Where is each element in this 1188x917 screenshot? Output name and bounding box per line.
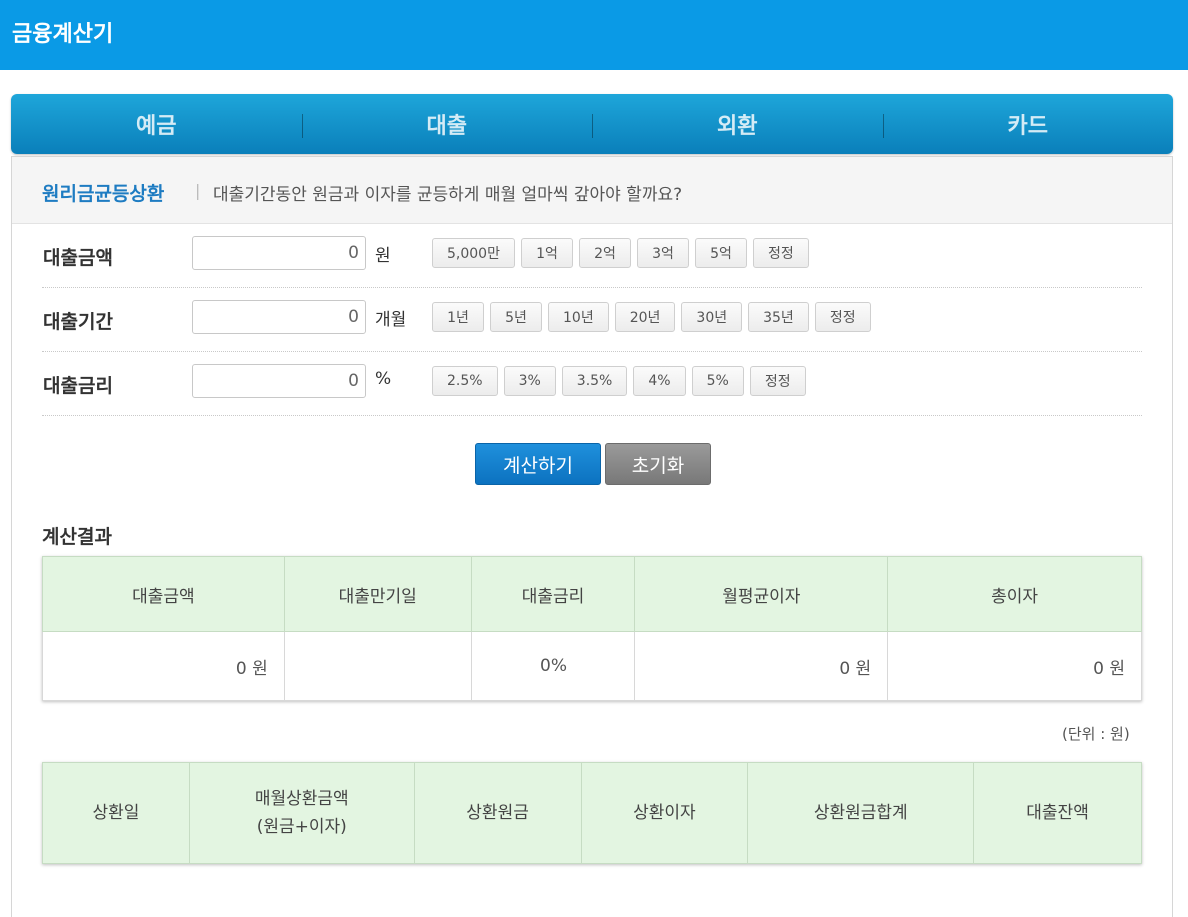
loan-period-input[interactable] — [192, 300, 366, 334]
preset-30y-button[interactable]: 30년 — [681, 302, 743, 332]
loan-rate-row: 대출금리 % 2.5% 3% 3.5% 4% 5% 정정 — [42, 351, 1142, 416]
calculate-button[interactable]: 계산하기 — [475, 443, 601, 485]
loan-period-label: 대출기간 — [43, 311, 113, 333]
loan-rate-unit: % — [375, 369, 392, 389]
result-header-maturity: 대출만기일 — [283, 556, 472, 632]
result-header-rate: 대출금리 — [470, 556, 636, 632]
loan-amount-label: 대출금액 — [43, 247, 113, 269]
result-title: 계산결과 — [42, 526, 112, 548]
reset-button[interactable]: 초기화 — [605, 443, 711, 485]
loan-rate-label: 대출금리 — [43, 375, 113, 397]
rate-correct-button[interactable]: 정정 — [749, 366, 806, 396]
result-maturity-value — [283, 631, 472, 701]
result-monthly-interest-value: 0 원 — [634, 631, 889, 701]
result-value-row: 0 원 0% 0 원 0 원 — [42, 631, 1142, 701]
schedule-header-principal-total: 상환원금합계 — [747, 762, 975, 864]
schedule-header-monthly-line1: 매월상환금액 — [254, 789, 349, 809]
preset-50m-button[interactable]: 5,000만 — [432, 238, 515, 268]
schedule-table: 상환일 매월상환금액 (원금+이자) 상환원금 상환이자 상환원금합계 대출잔액 — [42, 762, 1142, 864]
preset-10y-button[interactable]: 10년 — [548, 302, 609, 332]
result-total-interest-value: 0 원 — [887, 631, 1142, 701]
loan-period-unit: 개월 — [375, 310, 407, 330]
loan-amount-unit: 원 — [375, 246, 391, 266]
loan-amount-presets: 5,000만 1억 2억 3억 5억 정정 — [432, 238, 809, 268]
preset-100m-button[interactable]: 1억 — [520, 238, 573, 268]
result-amount-value: 0 원 — [42, 631, 285, 701]
category-tabs: 예금 대출 외환 카드 — [11, 94, 1173, 154]
result-header-monthly-interest: 월평균이자 — [634, 556, 889, 632]
result-rate-value: 0% — [470, 631, 636, 701]
loan-rate-presets: 2.5% 3% 3.5% 4% 5% 정정 — [432, 366, 806, 396]
header-divider: | — [195, 181, 201, 200]
preset-1y-button[interactable]: 1년 — [432, 302, 484, 332]
schedule-header-row: 상환일 매월상환금액 (원금+이자) 상환원금 상환이자 상환원금합계 대출잔액 — [42, 762, 1142, 864]
schedule-header-monthly-line2: (원금+이자) — [256, 817, 347, 837]
tab-exchange[interactable]: 외환 — [592, 94, 883, 154]
app-title: 금융계산기 — [12, 22, 114, 47]
tab-deposit[interactable]: 예금 — [11, 94, 302, 154]
preset-300m-button[interactable]: 3억 — [636, 238, 689, 268]
tab-loan[interactable]: 대출 — [301, 94, 593, 154]
preset-200m-button[interactable]: 2억 — [578, 238, 631, 268]
unit-note: (단위 : 원) — [1062, 725, 1130, 743]
period-correct-button[interactable]: 정정 — [814, 302, 871, 332]
result-header-total-interest: 총이자 — [887, 556, 1142, 632]
loan-amount-row: 대출금액 원 5,000만 1억 2억 3억 5억 정정 — [42, 223, 1142, 288]
preset-20y-button[interactable]: 20년 — [614, 302, 676, 332]
preset-35y-button[interactable]: 35년 — [748, 302, 809, 332]
loan-amount-input[interactable] — [192, 236, 366, 270]
preset-500m-button[interactable]: 5억 — [694, 238, 747, 268]
preset-4pct-button[interactable]: 4% — [633, 366, 686, 396]
preset-2-5pct-button[interactable]: 2.5% — [432, 366, 498, 396]
loan-rate-input[interactable] — [192, 364, 366, 398]
calculator-panel: 원리금균등상환 | 대출기간동안 원금과 이자를 균등하게 매월 얼마씩 갚아야… — [11, 156, 1173, 917]
app-header: 금융계산기 — [0, 0, 1188, 70]
loan-period-row: 대출기간 개월 1년 5년 10년 20년 30년 35년 정정 — [42, 287, 1142, 352]
schedule-header-balance: 대출잔액 — [973, 762, 1142, 864]
result-table: 대출금액 대출만기일 대출금리 월평균이자 총이자 0 원 0% 0 원 0 원 — [42, 556, 1142, 701]
preset-3-5pct-button[interactable]: 3.5% — [561, 366, 628, 396]
tab-card[interactable]: 카드 — [882, 94, 1174, 154]
schedule-header-interest: 상환이자 — [580, 762, 749, 864]
calculator-description: 대출기간동안 원금과 이자를 균등하게 매월 얼마씩 갚아야 할까요? — [213, 185, 683, 205]
calculator-header: 원리금균등상환 | 대출기간동안 원금과 이자를 균등하게 매월 얼마씩 갚아야… — [12, 157, 1172, 224]
result-header-amount: 대출금액 — [42, 556, 285, 632]
result-header-row: 대출금액 대출만기일 대출금리 월평균이자 총이자 — [42, 556, 1142, 632]
preset-5y-button[interactable]: 5년 — [490, 302, 542, 332]
preset-5pct-button[interactable]: 5% — [691, 366, 744, 396]
preset-3pct-button[interactable]: 3% — [503, 366, 556, 396]
schedule-header-monthly-payment: 매월상환금액 (원금+이자) — [188, 762, 415, 864]
amount-correct-button[interactable]: 정정 — [752, 238, 809, 268]
calculator-name: 원리금균등상환 — [42, 183, 165, 205]
schedule-header-principal: 상환원금 — [413, 762, 582, 864]
schedule-header-date: 상환일 — [42, 762, 190, 864]
loan-period-presets: 1년 5년 10년 20년 30년 35년 정정 — [432, 302, 871, 332]
